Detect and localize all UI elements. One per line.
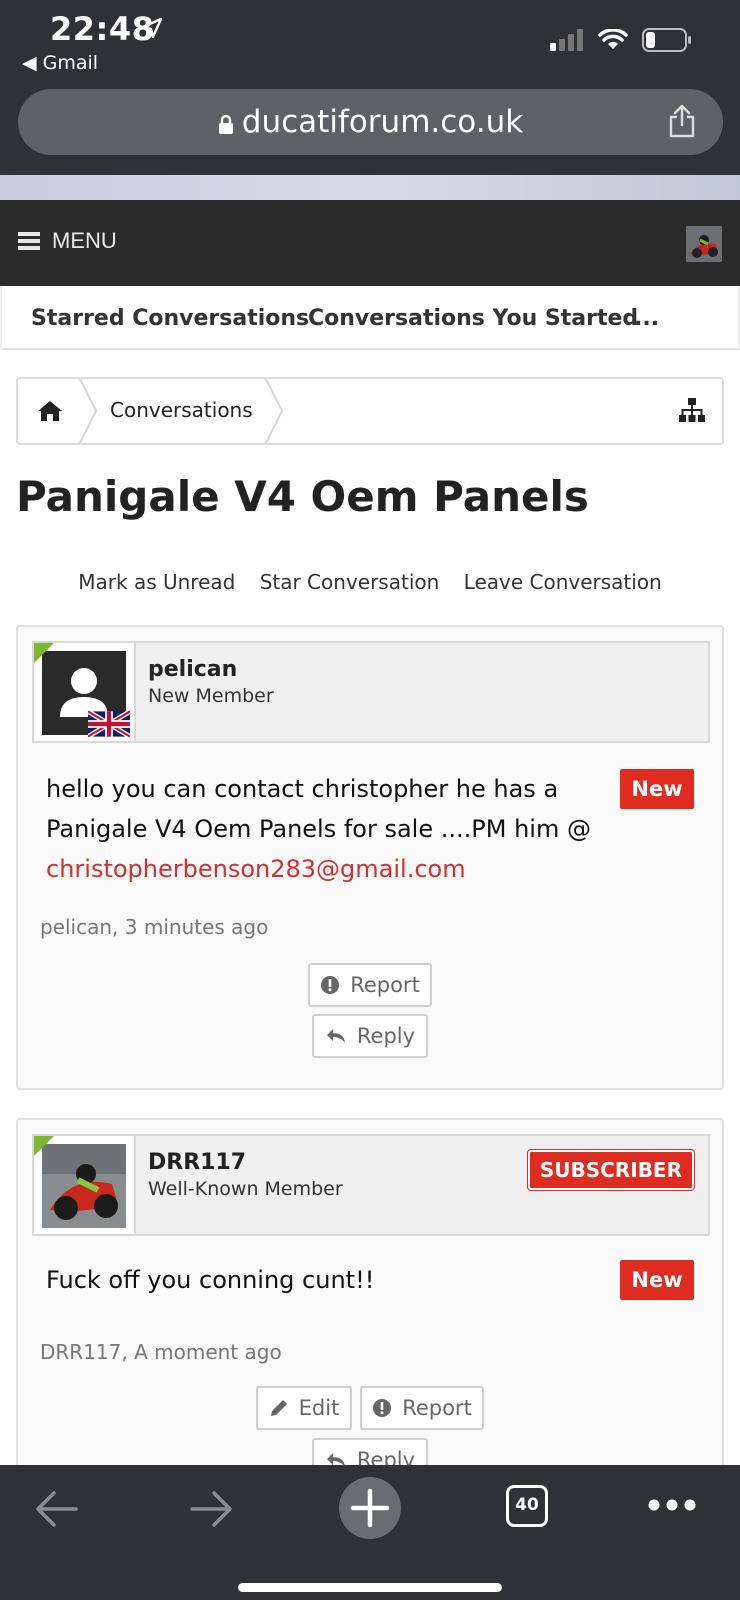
message-card: pelican New Member hello you can contact… [16, 625, 724, 1090]
user-avatar[interactable] [686, 226, 722, 262]
leave-conversation-link[interactable]: Leave Conversation [464, 570, 662, 594]
conversations-subnav: Starred Conversations Conversations You … [0, 286, 740, 350]
message-meta[interactable]: pelican, 3 minutes ago [40, 915, 268, 939]
edit-label: Edit [298, 1396, 340, 1420]
message-line: hello you can contact christopher he has… [46, 775, 559, 803]
hamburger-icon [18, 229, 40, 253]
report-button[interactable]: Report [308, 963, 432, 1007]
site-banner-strip [0, 175, 740, 200]
message-card: DRR117 Well-Known Member SUBSCRIBER Fuck… [16, 1118, 724, 1482]
tab-starred-conversations[interactable]: Starred Conversations [31, 306, 309, 331]
edit-button[interactable]: Edit [256, 1386, 352, 1430]
battery-icon [642, 28, 691, 52]
user-title: Well-Known Member [148, 1178, 343, 1200]
subscriber-badge: SUBSCRIBER [526, 1149, 696, 1191]
breadcrumb-home[interactable] [18, 379, 82, 443]
ios-status-and-url-area: 22:48 ◀ Gmail ducatiforum.co.uk [0, 0, 740, 175]
forward-arrow-icon[interactable] [188, 1489, 234, 1529]
screen: 22:48 ◀ Gmail ducatiforum.co.uk MENU Sta… [0, 0, 740, 1600]
uk-flag-icon [88, 711, 130, 737]
conversation-actions: Mark as Unread Star Conversation Leave C… [0, 570, 740, 594]
home-icon [38, 401, 62, 421]
reply-button[interactable]: Reply [312, 1014, 428, 1058]
tab-more[interactable]: ... [634, 306, 659, 331]
site-header: MENU [0, 200, 740, 286]
avatar[interactable] [42, 1144, 126, 1228]
wifi-icon [598, 29, 628, 49]
online-indicator [34, 1136, 54, 1156]
motorbike-avatar-image [686, 226, 722, 262]
motorbike-avatar-image [42, 1144, 126, 1228]
report-label: Report [350, 973, 420, 997]
online-indicator [34, 643, 54, 663]
status-time: 22:48 [50, 10, 155, 48]
message-user-info: DRR117 Well-Known Member SUBSCRIBER [32, 1134, 710, 1236]
back-arrow-icon[interactable] [34, 1489, 80, 1529]
page-title: Panigale V4 Oem Panels [16, 472, 589, 521]
message-meta[interactable]: DRR117, A moment ago [40, 1340, 282, 1364]
url-text-wrap: ducatiforum.co.uk [18, 104, 723, 140]
menu-label: MENU [52, 228, 117, 253]
more-icon[interactable] [648, 1499, 696, 1511]
breadcrumb-separator [79, 379, 98, 443]
share-icon[interactable] [667, 103, 697, 139]
reply-label: Reply [356, 1024, 416, 1048]
new-badge: New [620, 769, 694, 809]
location-arrow-icon [141, 17, 163, 39]
exclamation-circle-icon [373, 1399, 392, 1417]
avatar[interactable] [42, 651, 130, 737]
plus-icon[interactable] [339, 1477, 401, 1539]
message-user-info: pelican New Member [32, 641, 710, 743]
tab-conversations-you-started[interactable]: Conversations You Started [308, 306, 638, 331]
signal-icon [550, 29, 583, 51]
tabs-icon[interactable]: 40 [506, 1485, 548, 1527]
email-link[interactable]: christopherbenson283@gmail.com [46, 849, 591, 889]
avatar-box [34, 643, 136, 741]
url-text: ducatiforum.co.uk [241, 104, 524, 140]
username[interactable]: pelican [148, 657, 237, 682]
breadcrumb-conversations[interactable]: Conversations [110, 398, 253, 422]
url-bar[interactable]: ducatiforum.co.uk [18, 89, 723, 155]
user-title: New Member [148, 685, 274, 707]
sitemap-icon[interactable] [678, 397, 706, 423]
exclamation-circle-icon [321, 976, 340, 994]
pencil-icon [270, 1400, 287, 1416]
message-body: hello you can contact christopher he has… [46, 769, 591, 889]
status-icons [550, 28, 692, 52]
reply-arrow-icon [326, 1029, 345, 1043]
mark-as-unread-link[interactable]: Mark as Unread [78, 570, 235, 594]
browser-toolbar: 40 [0, 1465, 740, 1600]
breadcrumb-separator [265, 379, 284, 443]
report-label: Report [402, 1396, 472, 1420]
lock-icon [218, 114, 233, 134]
username[interactable]: DRR117 [148, 1150, 246, 1175]
home-indicator [238, 1583, 502, 1592]
menu-button[interactable]: MENU [18, 228, 117, 254]
breadcrumb: Conversations [16, 377, 724, 445]
back-to-app-link[interactable]: ◀ Gmail [22, 52, 98, 74]
report-button[interactable]: Report [360, 1386, 484, 1430]
avatar-box [34, 1136, 136, 1234]
message-body: Fuck off you conning cunt!! [46, 1266, 375, 1294]
message-line: Panigale V4 Oem Panels for sale ....PM h… [46, 815, 591, 843]
new-badge: New [620, 1260, 694, 1300]
star-conversation-link[interactable]: Star Conversation [260, 570, 440, 594]
